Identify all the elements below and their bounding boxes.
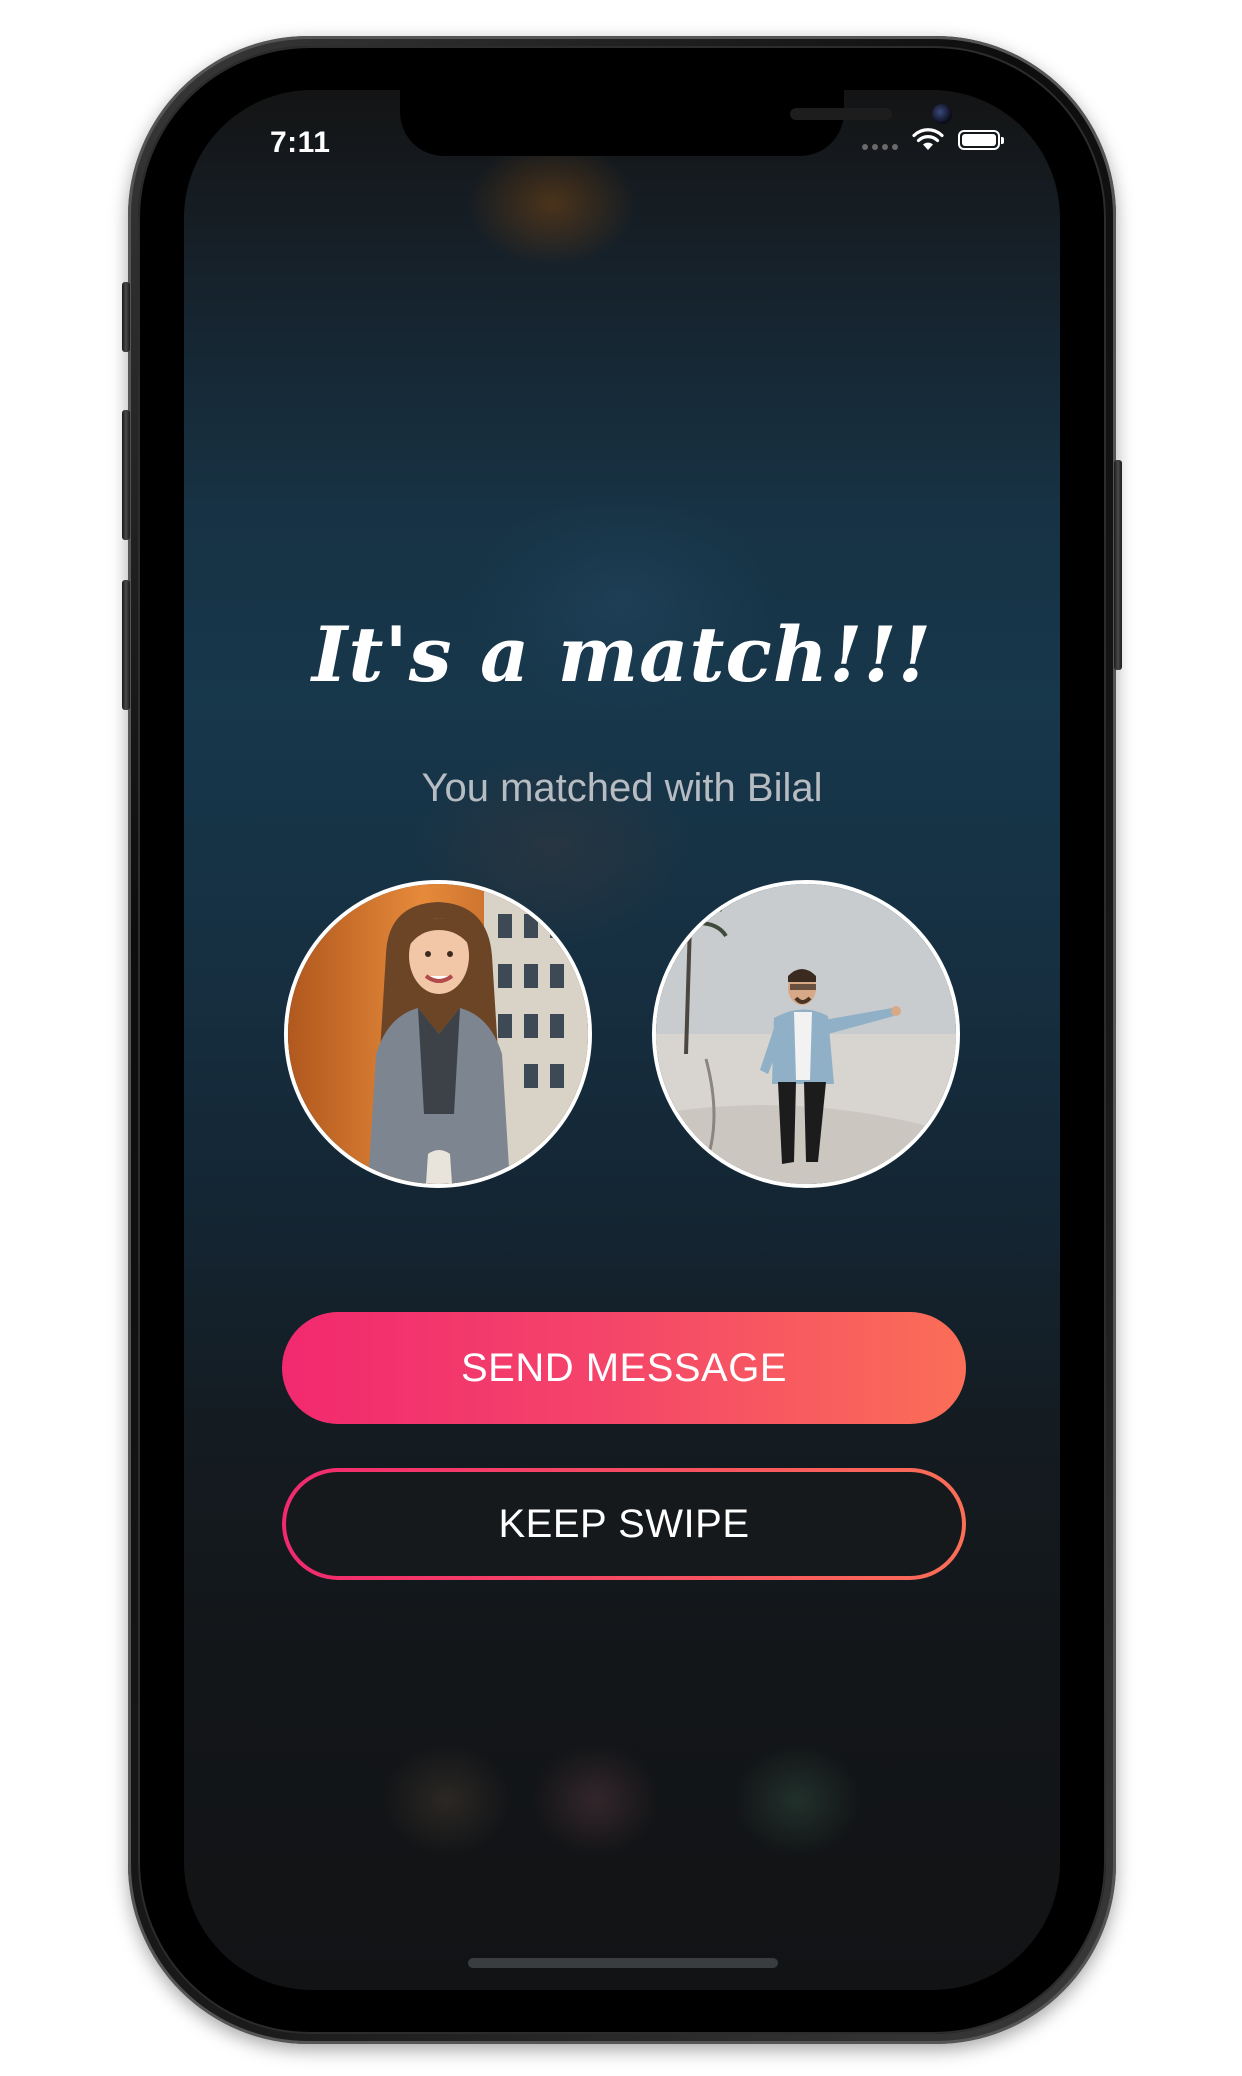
status-icons — [862, 128, 1004, 152]
man-beach-image — [656, 884, 956, 1184]
notch — [400, 90, 952, 156]
match-title: It's a match!!! — [311, 610, 933, 699]
front-camera — [932, 104, 952, 124]
volume-down-button — [122, 580, 130, 710]
device-mockup: 7:11 It's a match!!! You matched with Bi… — [0, 0, 1242, 2076]
send-message-button[interactable]: SEND MESSAGE — [282, 1312, 966, 1424]
status-time: 7:11 — [270, 126, 331, 159]
battery-icon — [958, 130, 1004, 150]
match-avatar[interactable] — [652, 880, 960, 1188]
match-subtitle: You matched with Bilal — [421, 766, 823, 810]
mute-switch — [122, 282, 130, 352]
wifi-icon — [912, 128, 944, 150]
signal-dots-icon — [862, 144, 898, 150]
power-button — [1114, 460, 1122, 670]
speaker-grille — [790, 108, 892, 120]
home-indicator[interactable] — [468, 1958, 778, 1968]
keep-swipe-button[interactable]: KEEP SWIPE — [282, 1468, 966, 1580]
user-avatar[interactable] — [284, 880, 592, 1188]
app-screen: 7:11 It's a match!!! You matched with Bi… — [184, 90, 1060, 1990]
woman-portrait-image — [288, 884, 588, 1184]
volume-up-button — [122, 410, 130, 540]
